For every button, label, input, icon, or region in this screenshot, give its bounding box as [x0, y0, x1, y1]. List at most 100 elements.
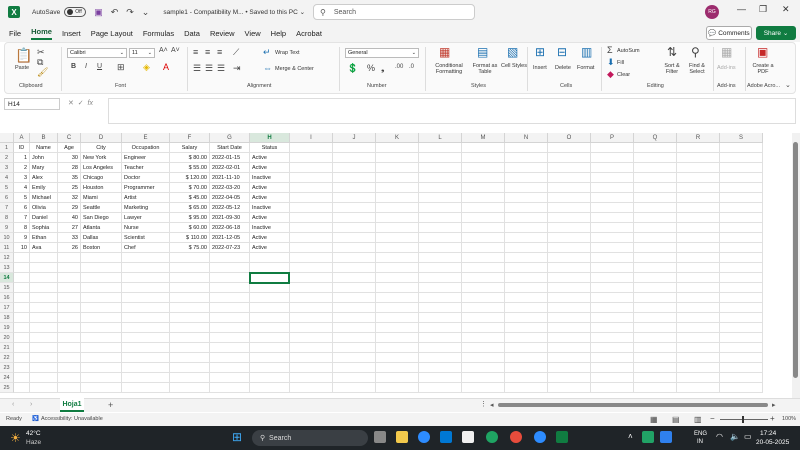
- active-cell-selection[interactable]: [249, 272, 290, 284]
- empty-cell[interactable]: [505, 323, 548, 333]
- table-cell[interactable]: Active: [250, 193, 290, 203]
- empty-cell[interactable]: [30, 383, 58, 393]
- column-header-h[interactable]: H: [250, 133, 290, 143]
- table-cell[interactable]: 28: [58, 163, 81, 173]
- empty-cell[interactable]: [462, 153, 505, 163]
- cancel-icon[interactable]: ✕: [68, 100, 74, 107]
- empty-cell[interactable]: [419, 353, 462, 363]
- table-cell[interactable]: 25: [58, 183, 81, 193]
- table-cell[interactable]: Artist: [122, 193, 170, 203]
- table-cell[interactable]: 40: [58, 213, 81, 223]
- zoom-slider-thumb[interactable]: [742, 416, 744, 423]
- empty-cell[interactable]: [419, 273, 462, 283]
- row-header[interactable]: 23: [0, 363, 14, 373]
- table-cell[interactable]: Los Angeles: [81, 163, 122, 173]
- empty-cell[interactable]: [333, 253, 376, 263]
- table-cell[interactable]: 29: [58, 203, 81, 213]
- empty-cell[interactable]: [505, 183, 548, 193]
- zoom-app-icon[interactable]: [418, 431, 430, 443]
- empty-cell[interactable]: [634, 253, 677, 263]
- comma-style-icon[interactable]: ❟: [381, 63, 385, 74]
- empty-cell[interactable]: [14, 353, 30, 363]
- sort-filter-icon[interactable]: ⇅: [667, 45, 677, 59]
- empty-cell[interactable]: [290, 243, 333, 253]
- decrease-decimal-icon[interactable]: .0: [409, 64, 414, 70]
- column-header-j[interactable]: J: [333, 133, 376, 143]
- table-cell[interactable]: 3: [14, 173, 30, 183]
- empty-cell[interactable]: [333, 353, 376, 363]
- empty-cell[interactable]: [14, 313, 30, 323]
- weather-icon[interactable]: ☀: [10, 431, 21, 445]
- empty-cell[interactable]: [634, 303, 677, 313]
- empty-cell[interactable]: [591, 353, 634, 363]
- empty-cell[interactable]: [376, 183, 419, 193]
- empty-cell[interactable]: [634, 273, 677, 283]
- zoom-level[interactable]: 100%: [782, 416, 796, 422]
- column-header-k[interactable]: K: [376, 133, 419, 143]
- wrap-text-icon[interactable]: ↵: [263, 47, 271, 58]
- empty-cell[interactable]: [250, 383, 290, 393]
- column-header-i[interactable]: I: [290, 133, 333, 143]
- table-cell[interactable]: 9: [14, 233, 30, 243]
- empty-cell[interactable]: [591, 283, 634, 293]
- paste-icon[interactable]: 📋: [15, 47, 32, 64]
- increase-font-icon[interactable]: A˄: [159, 47, 168, 54]
- empty-cell[interactable]: [122, 373, 170, 383]
- table-cell[interactable]: Ethan: [30, 233, 58, 243]
- empty-cell[interactable]: [210, 293, 250, 303]
- empty-cell[interactable]: [419, 233, 462, 243]
- header-cell[interactable]: Status: [250, 143, 290, 153]
- table-cell[interactable]: Inactive: [250, 203, 290, 213]
- spreadsheet-grid[interactable]: A B C D E F G H I J K L M N O P Q R S 1 ID Name Age City Occupat…: [0, 133, 792, 398]
- format-cells-icon[interactable]: ▥: [581, 45, 592, 59]
- clock-time[interactable]: 17:24: [760, 430, 776, 437]
- empty-cell[interactable]: [720, 353, 763, 363]
- empty-cell[interactable]: [14, 383, 30, 393]
- empty-cell[interactable]: [333, 193, 376, 203]
- vertical-scroll-thumb[interactable]: [793, 142, 798, 378]
- underline-icon[interactable]: U: [97, 63, 102, 70]
- empty-cell[interactable]: [290, 233, 333, 243]
- empty-cell[interactable]: [14, 263, 30, 273]
- empty-cell[interactable]: [333, 313, 376, 323]
- empty-cell[interactable]: [677, 323, 720, 333]
- empty-cell[interactable]: [720, 373, 763, 383]
- empty-cell[interactable]: [548, 253, 591, 263]
- empty-cell[interactable]: [462, 203, 505, 213]
- empty-cell[interactable]: [210, 373, 250, 383]
- empty-cell[interactable]: [720, 283, 763, 293]
- tab-insert[interactable]: Insert: [62, 29, 81, 38]
- empty-cell[interactable]: [591, 373, 634, 383]
- table-cell[interactable]: Dallas: [81, 233, 122, 243]
- merge-center-icon[interactable]: ⇔: [263, 63, 272, 73]
- table-cell[interactable]: Engineer: [122, 153, 170, 163]
- empty-cell[interactable]: [419, 253, 462, 263]
- empty-cell[interactable]: [634, 243, 677, 253]
- share-button[interactable]: Share ⌄: [756, 26, 796, 40]
- empty-cell[interactable]: [505, 173, 548, 183]
- empty-cell[interactable]: [634, 153, 677, 163]
- column-header-p[interactable]: P: [591, 133, 634, 143]
- column-header-l[interactable]: L: [419, 133, 462, 143]
- header-cell[interactable]: Salary: [170, 143, 210, 153]
- tab-home[interactable]: Home: [31, 27, 52, 40]
- empty-cell[interactable]: [14, 293, 30, 303]
- select-all-corner[interactable]: [0, 133, 14, 143]
- empty-cell[interactable]: [462, 273, 505, 283]
- task-view-icon[interactable]: [374, 431, 386, 443]
- empty-cell[interactable]: [376, 363, 419, 373]
- column-header-r[interactable]: R: [677, 133, 720, 143]
- empty-cell[interactable]: [290, 323, 333, 333]
- empty-cell[interactable]: [677, 303, 720, 313]
- scroll-right-icon[interactable]: ▸: [772, 401, 776, 409]
- table-cell[interactable]: 6: [14, 203, 30, 213]
- table-cell[interactable]: Michael: [30, 193, 58, 203]
- empty-cell[interactable]: [548, 163, 591, 173]
- empty-cell[interactable]: [30, 293, 58, 303]
- empty-cell[interactable]: [677, 313, 720, 323]
- empty-cell[interactable]: [14, 283, 30, 293]
- empty-cell[interactable]: [210, 253, 250, 263]
- horizontal-scroll-thumb[interactable]: [498, 403, 768, 407]
- empty-cell[interactable]: [210, 313, 250, 323]
- next-sheet-icon[interactable]: ›: [30, 401, 32, 408]
